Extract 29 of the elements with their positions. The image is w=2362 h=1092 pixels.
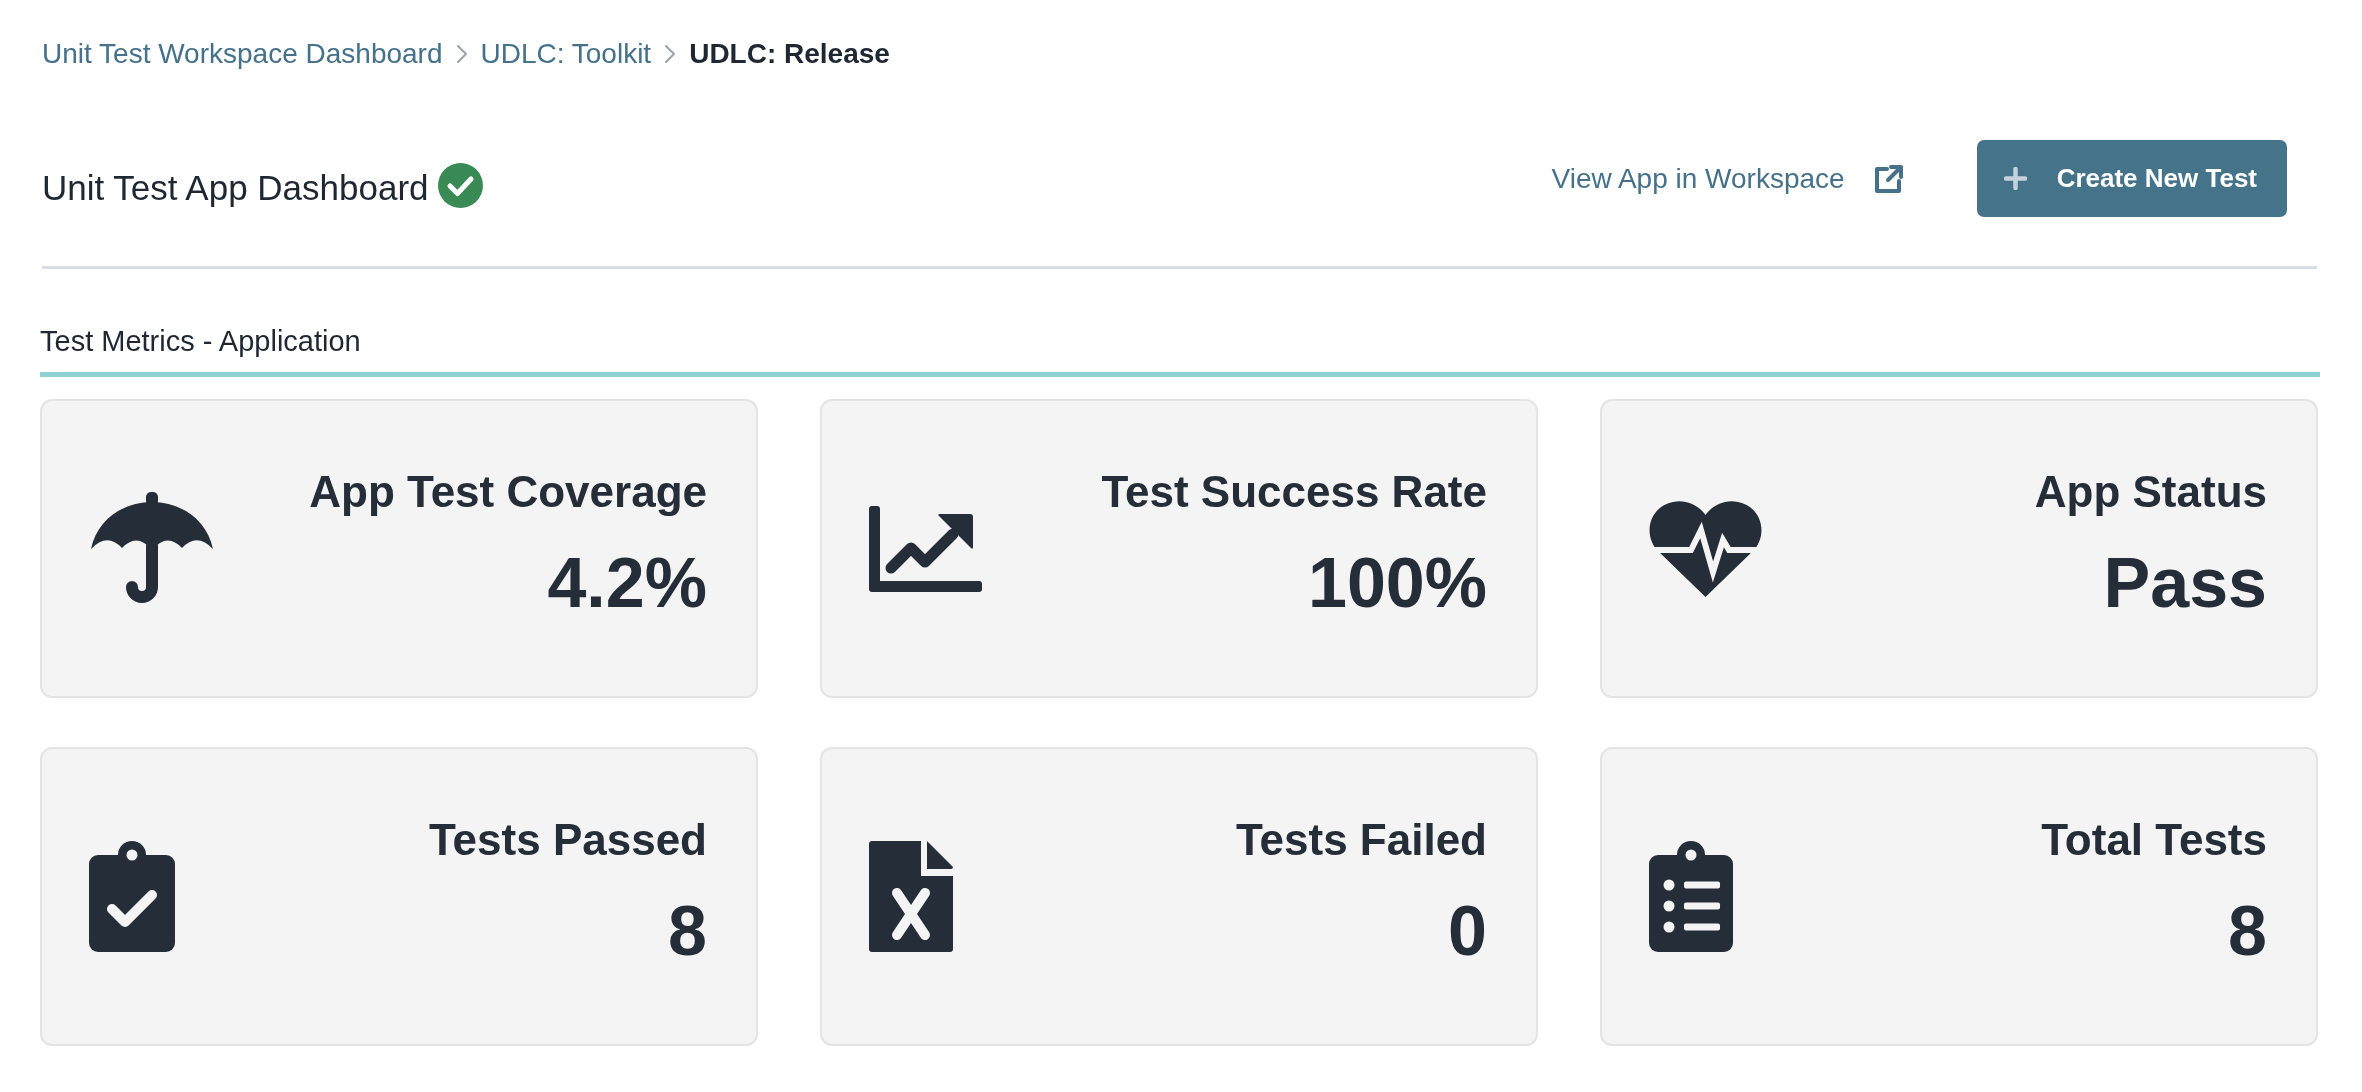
page-title: Unit Test App Dashboard	[42, 166, 429, 209]
breadcrumb-link[interactable]: UDLC: Toolkit	[480, 37, 652, 71]
breadcrumb-link[interactable]: Unit Test Workspace Dashboard	[42, 37, 443, 71]
clipboard-check-icon	[89, 841, 175, 952]
heart-pulse-icon	[1649, 499, 1762, 598]
metric-value: 0	[1448, 891, 1487, 971]
document-x-icon	[869, 841, 953, 952]
create-test-button[interactable]: Create New Test	[1976, 140, 2287, 217]
metric-title: Tests Passed	[429, 815, 707, 865]
plus-icon	[2003, 167, 2027, 190]
external-link-icon	[1872, 162, 1905, 195]
view-app-link[interactable]: View App in Workspace	[1551, 161, 1905, 196]
chevron-icon	[664, 44, 677, 64]
metric-title: App Test Coverage	[309, 467, 707, 517]
metric-value: Pass	[2103, 543, 2267, 623]
umbrella-icon	[89, 492, 215, 605]
metric-value: 4.2%	[547, 543, 707, 623]
trend-chart-icon	[869, 505, 982, 592]
metric-title: Tests Failed	[1235, 815, 1487, 865]
metric-title: Total Tests	[2041, 815, 2267, 865]
metric-title: Test Success Rate	[1101, 467, 1487, 517]
metric-value: 8	[668, 891, 707, 971]
metric-value: 100%	[1307, 543, 1487, 623]
metric-title: App Status	[2034, 467, 2267, 517]
section-title: Test Metrics - Application	[40, 324, 361, 359]
metric-value: 8	[2228, 891, 2267, 971]
chevron-icon	[455, 44, 468, 64]
clipboard-list-icon	[1649, 841, 1733, 952]
breadcrumb-current: UDLC: Release	[689, 37, 890, 71]
